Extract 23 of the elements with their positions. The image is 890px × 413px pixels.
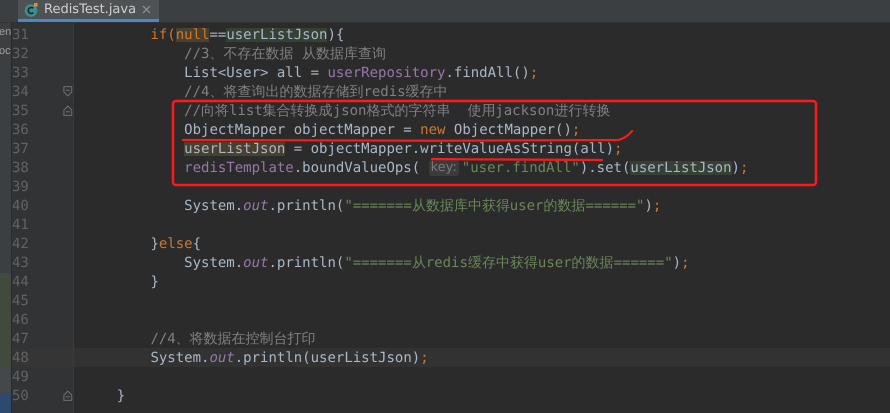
code-text: //向将list集合转换成json格式的字符串 使用jackson进行转换	[184, 104, 610, 118]
fold-icon[interactable]	[63, 85, 73, 98]
code-text: List<User> all = userRepository.findAll();	[184, 66, 538, 80]
class-icon	[24, 2, 38, 16]
code-text: //4、将数据在控制台打印	[150, 332, 316, 346]
code-text: }else{	[150, 236, 202, 250]
code-text: "user.findAll").set(userListJson);	[462, 160, 748, 174]
code-text: if(null==userListJson){	[150, 28, 344, 42]
parameter-hint: key:	[428, 160, 459, 176]
code-text: System.out.println("=======从redis缓存中获得user的数据======");	[184, 256, 690, 270]
fold-icon[interactable]	[63, 104, 73, 117]
code-text: ObjectMapper objectMapper = new ObjectMapper();	[184, 122, 580, 136]
code-text: System.out.println(userListJson);	[150, 350, 429, 364]
code-text: redisTemplate.boundValueOps(	[184, 160, 422, 174]
file-tab[interactable]: RedisTest.java	[18, 0, 160, 22]
code-text: //4、将查询出的数据存储到redis缓存中	[184, 84, 448, 98]
code-text: //3、不存在数据 从数据库查询	[184, 46, 386, 60]
close-icon[interactable]	[142, 5, 152, 14]
code-text: System.out.println("=======从数据库中获得user的数据======");	[184, 198, 662, 212]
code-text: userListJson = objectMapper.writeValueAsString(all);	[184, 142, 622, 156]
code-text: }	[116, 388, 126, 402]
fold-icon[interactable]	[63, 389, 73, 402]
code-text: }	[150, 274, 159, 288]
